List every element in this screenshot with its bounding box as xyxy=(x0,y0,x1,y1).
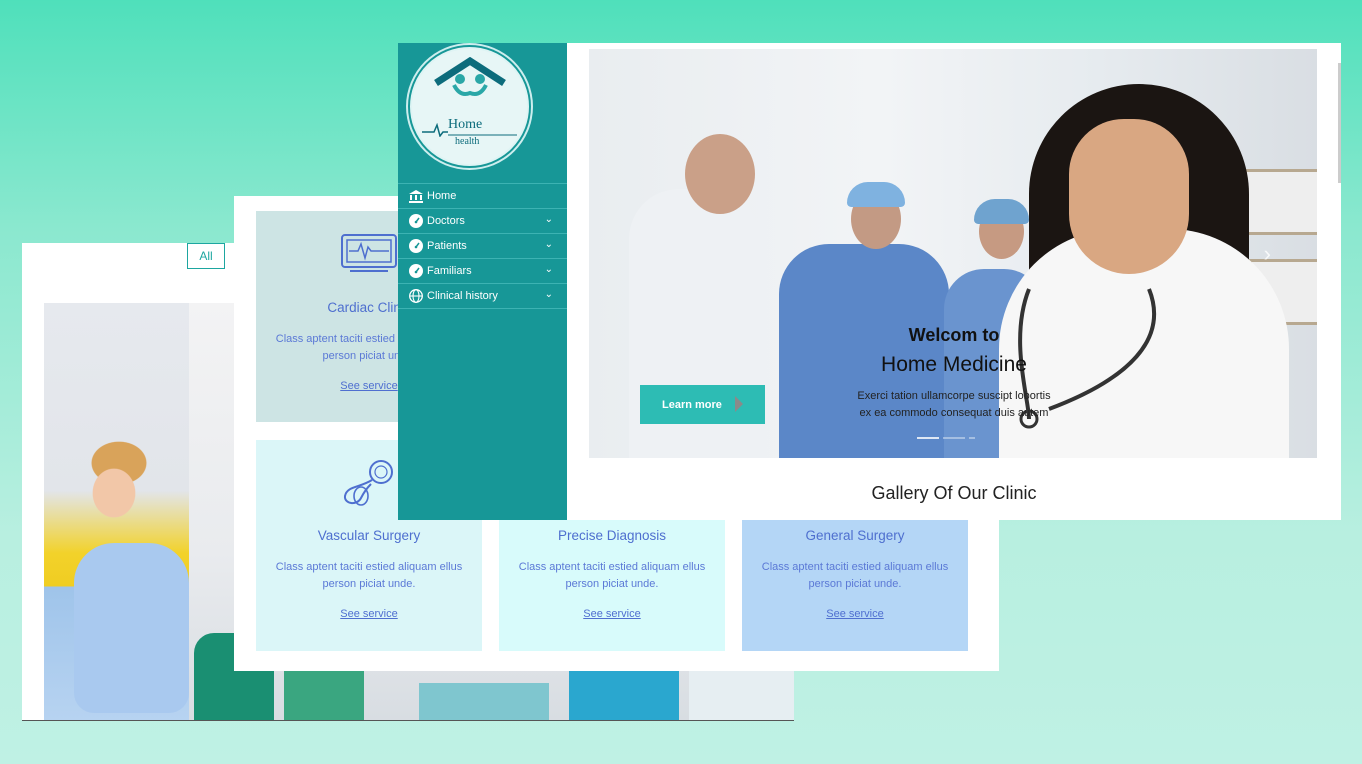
sidebar-item-label: Doctors xyxy=(427,215,465,227)
heart-monitor-icon xyxy=(341,234,397,272)
see-service-link[interactable]: See service xyxy=(742,608,968,620)
bank-icon xyxy=(408,189,424,203)
see-service-link[interactable]: See service xyxy=(499,608,725,620)
service-title: Precise Diagnosis xyxy=(557,528,667,543)
hero-subtitle-line: Exerci tation ullamcorpe suscipt loborti… xyxy=(857,390,1051,402)
scrollbar[interactable] xyxy=(1338,63,1341,183)
wall-frame xyxy=(1244,169,1317,235)
service-description: Class aptent taciti estied aliquam ellus… xyxy=(518,561,706,590)
home-health-logo[interactable]: Home health xyxy=(410,47,529,166)
sidebar-item-label: Patients xyxy=(427,240,467,252)
sidebar-item-clinical-history[interactable]: Clinical history ⌄ xyxy=(398,284,567,309)
hero-carousel: Welcom to Home Medicine Exerci tation ul… xyxy=(589,49,1317,458)
hero-welcome: Welcom to xyxy=(908,325,1000,345)
hero-subtitle-line: ex ea commodo consequat duis autem xyxy=(859,407,1049,419)
plush-toy xyxy=(74,543,189,713)
doctor-head xyxy=(685,134,755,214)
surgical-cap xyxy=(974,199,1029,224)
chevron-down-icon: ⌄ xyxy=(544,264,553,275)
chevron-down-icon: ⌄ xyxy=(544,239,553,250)
carousel-dot[interactable] xyxy=(943,437,965,439)
hero-subtitle: Exerci tation ullamcorpe suscipt loborti… xyxy=(839,388,1069,422)
female-doctor-face xyxy=(1069,119,1189,274)
globe-icon xyxy=(408,289,424,303)
sidebar: Home health Home Doctors ⌄ Patients ⌄ Fa… xyxy=(398,43,567,520)
carousel-dot[interactable] xyxy=(917,437,939,439)
carousel-dot[interactable] xyxy=(969,437,975,439)
dashboard-icon xyxy=(408,264,424,278)
see-service-link[interactable]: See service xyxy=(256,608,482,620)
service-title: General Surgery xyxy=(805,528,905,543)
logo-title: Home xyxy=(448,117,483,132)
chevron-down-icon: ⌄ xyxy=(544,289,553,300)
filter-all-button[interactable]: All xyxy=(187,243,225,269)
sidebar-nav: Home Doctors ⌄ Patients ⌄ Familiars ⌄ Cl… xyxy=(398,183,567,309)
sidebar-item-label: Home xyxy=(427,190,457,202)
gallery-title: Gallery Of Our Clinic xyxy=(871,483,1037,503)
sidebar-item-label: Clinical history xyxy=(427,290,498,302)
surgical-cap xyxy=(847,182,905,207)
sidebar-item-label: Familiars xyxy=(427,265,472,277)
equipment-figure xyxy=(419,683,549,720)
service-description: Class aptent taciti estied aliquam ellus… xyxy=(761,561,949,590)
hero-brand-title: Home Medicine xyxy=(881,353,1027,376)
learn-more-button[interactable]: Learn more xyxy=(640,385,765,424)
learn-more-label: Learn more xyxy=(662,398,722,411)
sidebar-item-familiars[interactable]: Familiars ⌄ xyxy=(398,259,567,284)
chevron-down-icon: ⌄ xyxy=(544,214,553,225)
main-site-card: Home health Home Doctors ⌄ Patients ⌄ Fa… xyxy=(398,43,1341,520)
logo-subtitle: health xyxy=(455,136,480,147)
sidebar-item-doctors[interactable]: Doctors ⌄ xyxy=(398,209,567,234)
service-description: Class aptent taciti estied aliquam ellus… xyxy=(275,561,463,590)
dashboard-icon xyxy=(408,239,424,253)
service-title: Vascular Surgery xyxy=(317,528,421,543)
carousel-next-icon[interactable]: › xyxy=(1264,241,1271,267)
house-heart-icon xyxy=(434,57,506,96)
sidebar-item-patients[interactable]: Patients ⌄ xyxy=(398,234,567,259)
sidebar-item-home[interactable]: Home xyxy=(398,184,567,209)
gallery-photo-child[interactable] xyxy=(44,303,189,720)
nurse-figure xyxy=(779,244,949,458)
blood-pressure-icon xyxy=(344,460,393,506)
carousel-indicators xyxy=(917,437,975,439)
arrow-right-icon xyxy=(735,396,743,412)
dashboard-icon xyxy=(408,214,424,228)
